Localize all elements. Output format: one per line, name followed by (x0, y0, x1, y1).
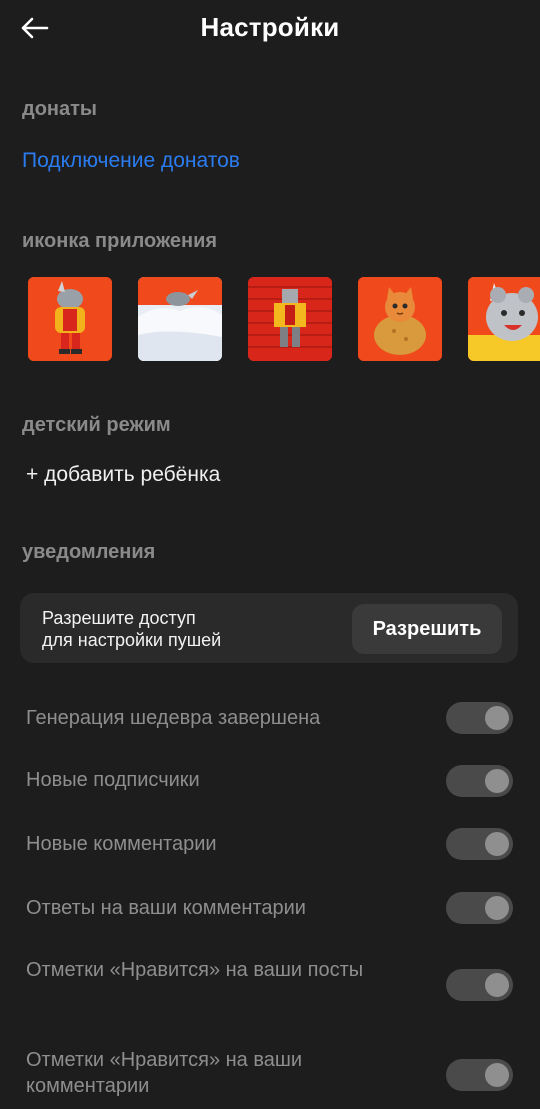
section-title-donations: донаты (22, 98, 97, 120)
toggle-switch[interactable] (446, 1059, 513, 1091)
toggle-knob (485, 706, 509, 730)
toggle-knob (485, 1063, 509, 1087)
app-icon-option-1[interactable] (28, 277, 112, 361)
cat-in-bread-icon (358, 277, 442, 361)
section-title-kids-mode: детский режим (22, 414, 171, 436)
section-title-app-icon: иконка приложения (22, 230, 218, 252)
toggle-switch[interactable] (446, 702, 513, 734)
app-icon-option-5[interactable] (468, 277, 540, 361)
app-icon-option-3[interactable] (248, 277, 332, 361)
connect-donations-link[interactable]: Подключение донатов (22, 149, 240, 173)
toggle-switch[interactable] (446, 892, 513, 924)
page-title: Настройки (200, 12, 340, 42)
setting-label: Новые подписчики (26, 769, 200, 791)
setting-row-new-comments: Новые комментарии (26, 828, 516, 860)
rhino-in-snow-icon (138, 277, 222, 361)
app-icon-picker (28, 277, 540, 363)
setting-label: Новые комментарии (26, 833, 217, 855)
push-permission-text: Разрешите доступ для настройки пушей (42, 607, 302, 651)
toggle-switch[interactable] (446, 828, 513, 860)
setting-label: Генерация шедевра завершена (26, 707, 321, 729)
cartoon-rhino-yellow-icon (468, 277, 540, 361)
setting-row-post-likes: Отметки «Нравится» на ваши посты (26, 957, 516, 1013)
toggle-knob (485, 896, 509, 920)
toggle-switch[interactable] (446, 969, 513, 1001)
push-permission-line-2: для настройки пушей (42, 630, 222, 650)
rhino-yellow-jacket-icon (28, 277, 112, 361)
setting-label: Отметки «Нравится» на ваши комментарии (26, 1049, 303, 1097)
knitted-rhino-icon (248, 277, 332, 361)
toggle-switch[interactable] (446, 765, 513, 797)
setting-label: Ответы на ваши комментарии (26, 897, 306, 919)
setting-label: Отметки «Нравится» на ваши посты (26, 959, 364, 981)
allow-push-button[interactable]: Разрешить (352, 604, 502, 654)
setting-row-new-followers: Новые подписчики (26, 765, 516, 797)
setting-row-masterpiece-done: Генерация шедевра завершена (26, 702, 516, 734)
add-child-button[interactable]: + добавить ребёнка (26, 463, 220, 487)
section-title-notifications: уведомления (22, 541, 156, 563)
toggle-knob (485, 973, 509, 997)
bottom-fade (0, 1095, 540, 1109)
toggle-knob (485, 769, 509, 793)
setting-row-comment-replies: Ответы на ваши комментарии (26, 892, 516, 924)
push-permission-line-1: Разрешите доступ (42, 608, 196, 628)
toggle-knob (485, 832, 509, 856)
app-icon-option-4[interactable] (358, 277, 442, 361)
app-icon-option-2[interactable] (138, 277, 222, 361)
top-bar: Настройки (0, 0, 540, 56)
push-permission-card: Разрешите доступ для настройки пушей Раз… (20, 593, 518, 663)
